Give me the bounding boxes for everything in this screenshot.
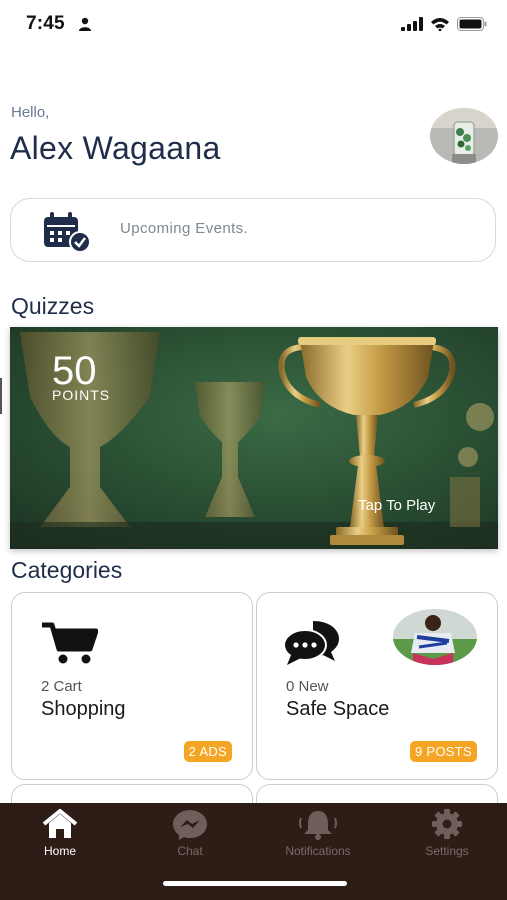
- nav-label: Notifications: [285, 844, 351, 858]
- upcoming-events-label: Upcoming Events.: [120, 220, 249, 237]
- category-subtitle: 0 New: [286, 678, 329, 695]
- category-subtitle: 2 Cart: [41, 678, 82, 695]
- status-time: 7:45: [26, 13, 65, 34]
- cart-icon: [42, 622, 98, 664]
- battery-icon: [457, 17, 487, 31]
- quizzes-heading: Quizzes: [11, 293, 95, 319]
- bell-icon: [299, 811, 337, 840]
- status-indicators: [401, 14, 487, 34]
- category-title: Safe Space: [286, 698, 390, 720]
- nav-label: Home: [43, 844, 76, 858]
- nav-notifications[interactable]: Notifications: [268, 808, 368, 858]
- avatar[interactable]: [430, 108, 498, 164]
- category-title: Shopping: [41, 698, 126, 720]
- messenger-icon: [173, 810, 207, 840]
- safe-space-avatar: [393, 609, 477, 665]
- person-icon: [79, 17, 91, 31]
- nav-chat[interactable]: Chat: [140, 808, 240, 858]
- quiz-points-label: POINTS: [52, 387, 111, 403]
- signal-icon: [401, 17, 423, 31]
- nav-settings[interactable]: Settings: [397, 808, 497, 858]
- wifi-icon: [431, 18, 449, 31]
- categories-heading: Categories: [11, 557, 123, 583]
- tap-to-play-button[interactable]: Tap To Play: [358, 497, 435, 514]
- home-icon: [42, 809, 78, 838]
- user-name: Alex Wagaana: [10, 130, 221, 166]
- category-card-safe-space[interactable]: 0 New Safe Space 9 POSTS: [256, 592, 498, 780]
- gear-icon: [432, 809, 462, 839]
- nav-label: Settings: [425, 844, 469, 858]
- chat-bubbles-icon: [283, 621, 339, 665]
- category-badge: 9 POSTS: [409, 741, 477, 762]
- nav-label: Chat: [177, 844, 203, 858]
- nav-home[interactable]: Home: [10, 808, 110, 858]
- edge-handle: [0, 378, 2, 414]
- calendar-check-icon: [44, 212, 90, 252]
- home-indicator[interactable]: [163, 881, 347, 886]
- category-card-shopping[interactable]: 2 Cart Shopping 2 ADS: [11, 592, 253, 780]
- greeting-hello: Hello,: [11, 104, 50, 121]
- category-badge: 2 ADS: [183, 741, 232, 762]
